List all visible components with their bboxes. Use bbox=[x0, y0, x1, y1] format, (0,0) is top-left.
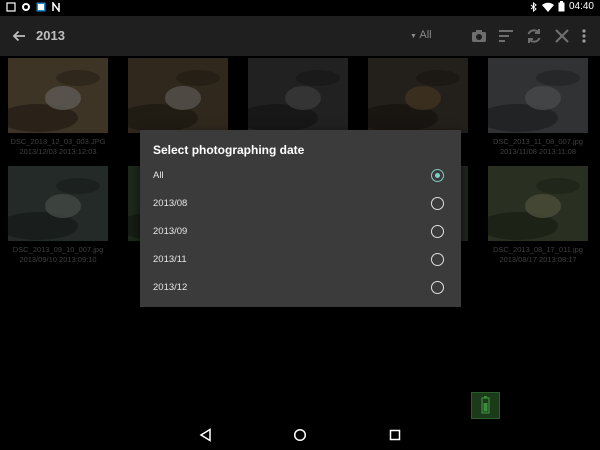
page-title: 2013 bbox=[36, 28, 65, 43]
status-time: 04:40 bbox=[568, 1, 594, 12]
filter-label: All bbox=[419, 29, 432, 41]
home-circle-icon[interactable] bbox=[293, 428, 307, 442]
image-notification-icon bbox=[36, 2, 46, 12]
more-vert-icon[interactable] bbox=[578, 27, 590, 45]
dialog-title: Select photographing date bbox=[153, 143, 305, 157]
select-date-dialog: Select photographing date All 2013/08 2013… bbox=[140, 130, 461, 307]
date-option[interactable]: 2013/11 bbox=[140, 246, 461, 274]
close-icon[interactable] bbox=[553, 27, 571, 45]
status-left-icons bbox=[6, 2, 61, 12]
status-right-icons: 04:40 bbox=[530, 1, 594, 12]
wifi-icon bbox=[541, 2, 554, 12]
nfc-icon bbox=[52, 2, 60, 12]
radio-unselected-icon[interactable] bbox=[431, 225, 444, 238]
date-option[interactable]: All bbox=[140, 162, 461, 190]
battery-icon bbox=[558, 1, 565, 12]
navigation-bar bbox=[0, 420, 600, 450]
radio-unselected-icon[interactable] bbox=[431, 197, 444, 210]
date-option[interactable]: 2013/09 bbox=[140, 218, 461, 246]
chevron-down-icon: ▼ bbox=[410, 33, 417, 40]
cast-icon bbox=[22, 3, 30, 11]
date-option[interactable]: 2013/12 bbox=[140, 274, 461, 302]
back-arrow-icon[interactable] bbox=[10, 27, 28, 45]
floating-widget[interactable] bbox=[471, 392, 500, 419]
sort-icon[interactable] bbox=[497, 27, 515, 45]
back-triangle-icon[interactable] bbox=[199, 428, 213, 442]
radio-selected-icon[interactable] bbox=[431, 169, 444, 182]
radio-unselected-icon[interactable] bbox=[431, 281, 444, 294]
date-filter-dropdown[interactable]: ▼ All bbox=[410, 29, 432, 41]
battery-widget-icon bbox=[481, 396, 490, 414]
sync-icon[interactable] bbox=[525, 27, 543, 45]
date-option-label: All bbox=[153, 170, 164, 181]
date-option[interactable]: 2013/08 bbox=[140, 190, 461, 218]
date-option-label: 2013/09 bbox=[153, 226, 188, 237]
recents-square-icon[interactable] bbox=[388, 428, 402, 442]
bluetooth-icon bbox=[530, 1, 537, 12]
app-bar: 2013 ▼ All bbox=[0, 16, 600, 56]
date-option-label: 2013/12 bbox=[153, 282, 188, 293]
square-outline-icon bbox=[6, 2, 16, 12]
date-option-label: 2013/08 bbox=[153, 198, 188, 209]
status-bar: 04:40 bbox=[0, 0, 600, 16]
date-option-label: 2013/11 bbox=[153, 254, 187, 265]
camera-icon[interactable] bbox=[470, 27, 488, 45]
radio-unselected-icon[interactable] bbox=[431, 253, 444, 266]
